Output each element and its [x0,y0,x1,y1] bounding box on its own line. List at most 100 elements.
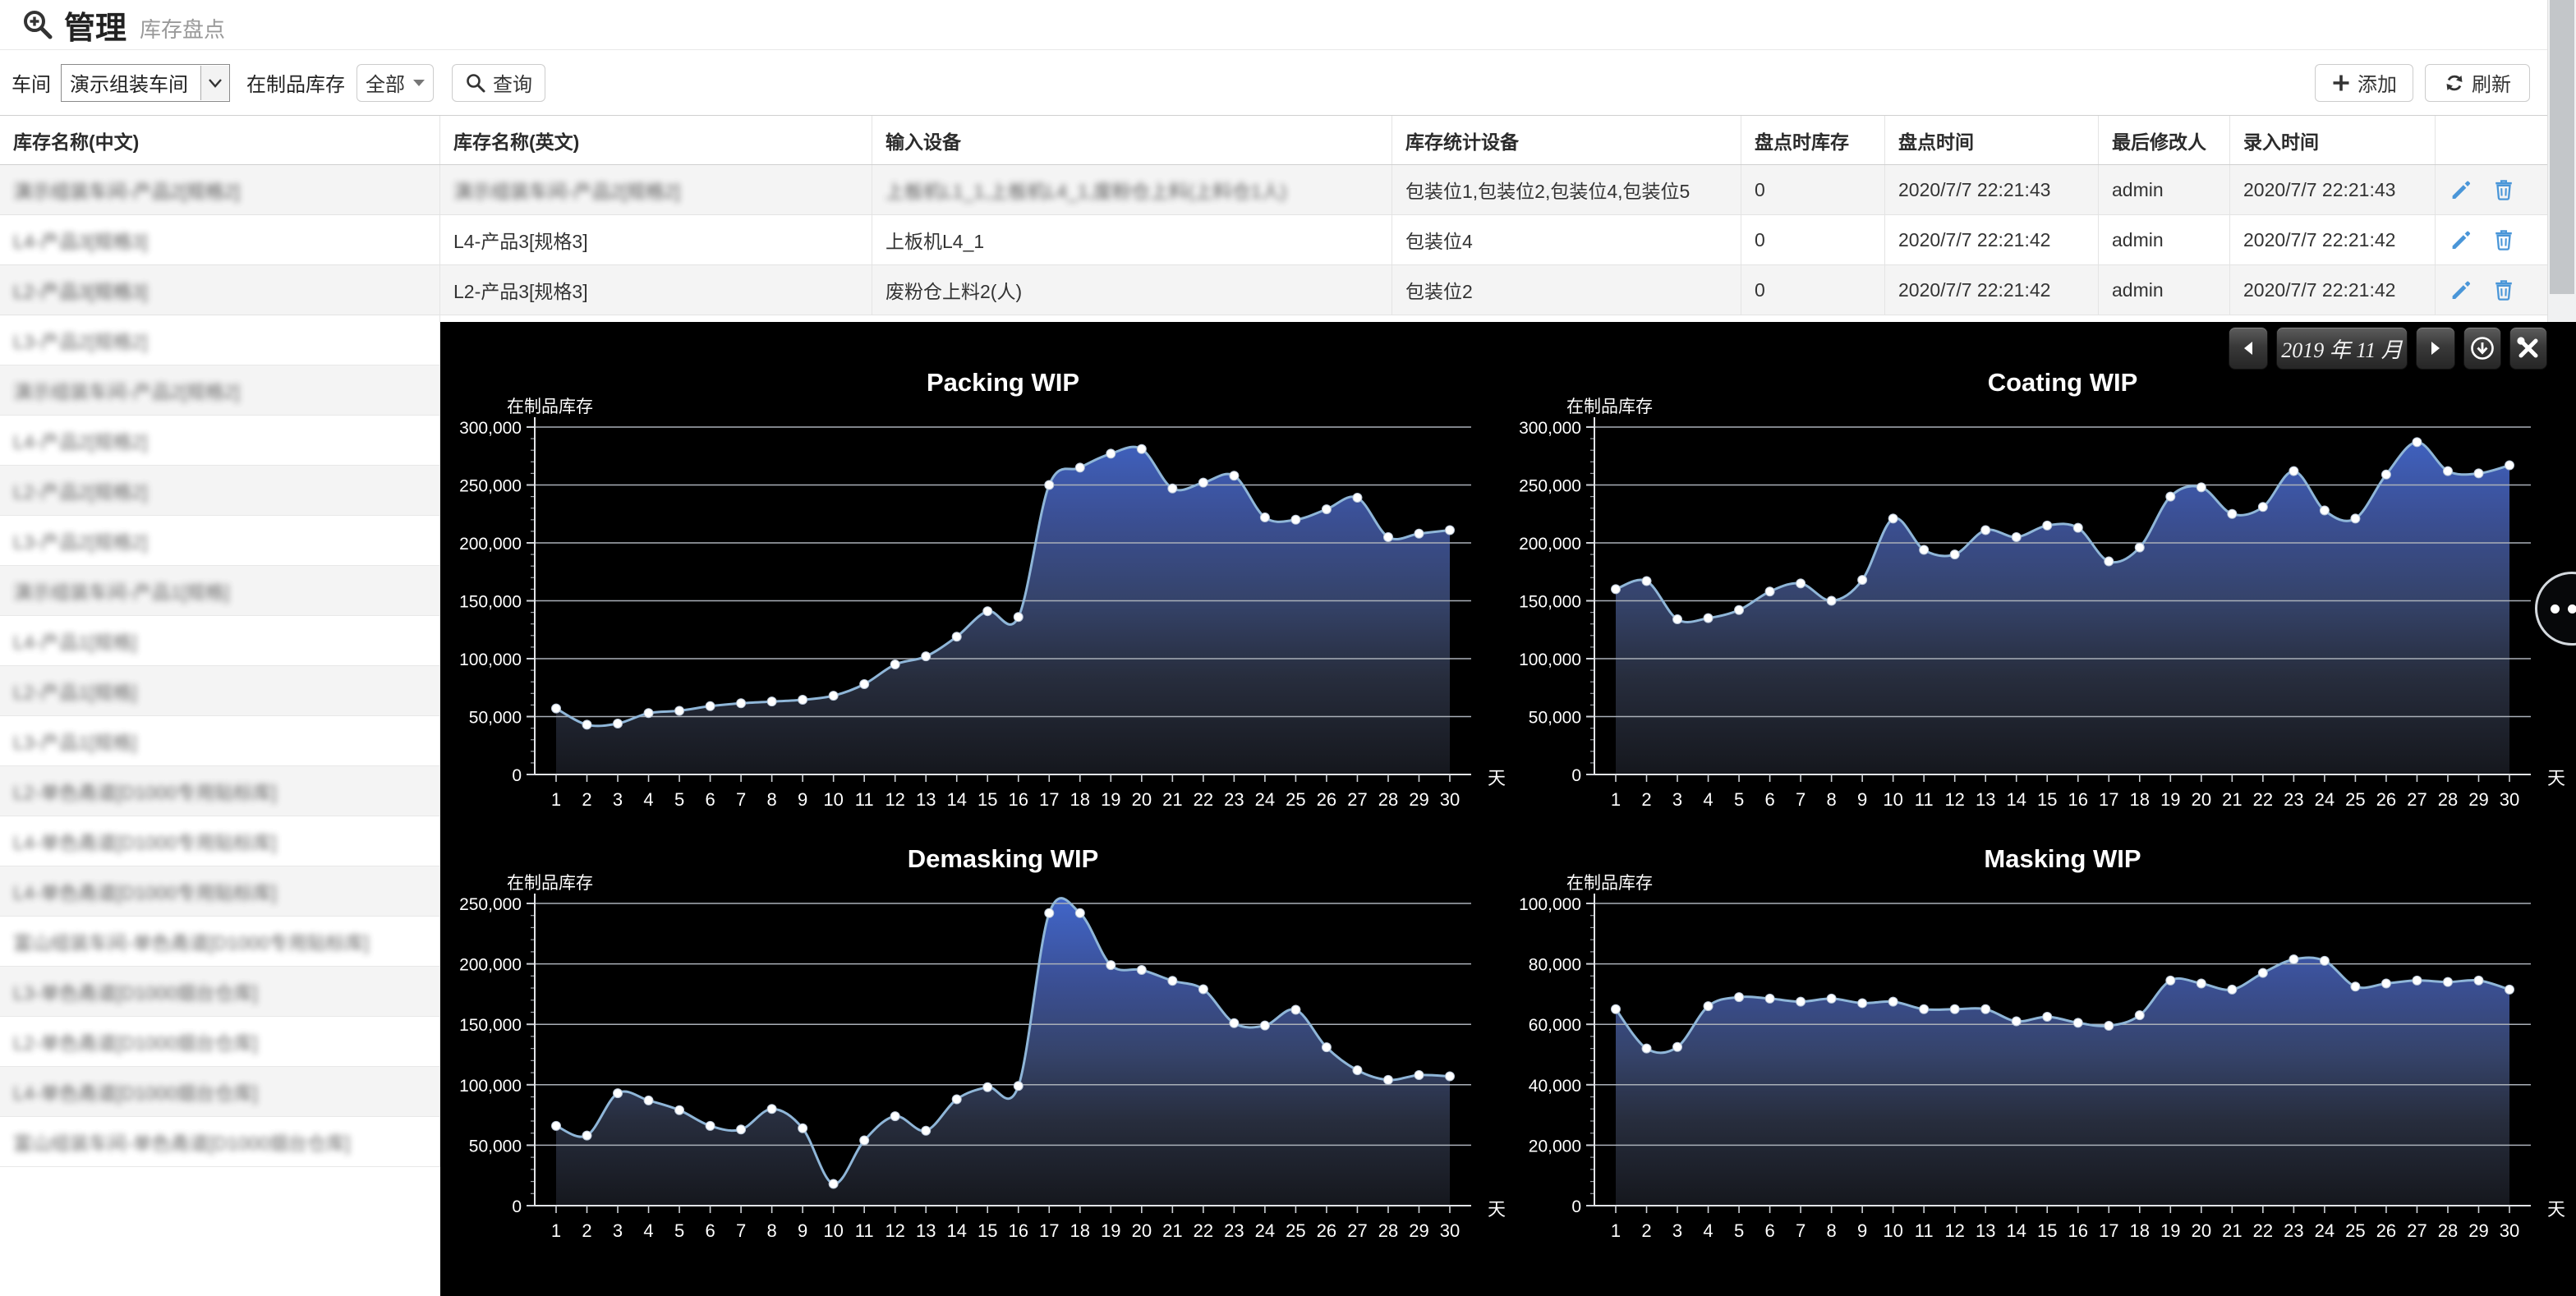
table-row: L2-单色甬道[D1000专用贴标库] [0,766,440,816]
svg-text:21: 21 [1162,789,1182,810]
svg-text:7: 7 [736,1220,746,1241]
prev-month-button[interactable] [2229,327,2268,370]
svg-text:100,000: 100,000 [459,1077,522,1096]
svg-text:在制品库存: 在制品库存 [507,398,593,416]
svg-text:12: 12 [1944,1220,1964,1241]
svg-text:18: 18 [1070,1220,1090,1241]
svg-text:100,000: 100,000 [1519,895,1581,914]
refresh-button[interactable]: 刷新 [2425,64,2530,102]
next-month-button[interactable] [2416,327,2455,370]
delete-icon[interactable] [2491,177,2516,202]
svg-text:6: 6 [1764,1220,1774,1241]
svg-text:25: 25 [1286,1220,1305,1241]
svg-text:2: 2 [1641,1220,1651,1241]
edit-icon[interactable] [2449,227,2473,252]
month-display[interactable]: 2019 年 11 月 [2276,327,2408,370]
table-cell: 0 [1741,265,1885,315]
table-cell: 上板机L1_1,上板机L4_1,废粉仓上料(上料仓1人) [872,165,1392,214]
table-row: 演示组装车间-产品2[规格2] [0,365,440,416]
svg-text:16: 16 [2068,789,2088,810]
table-header-row: 库存名称(中文)库存名称(英文)输入设备库存统计设备盘点时库存盘点时间最后修改人… [0,115,2548,165]
svg-text:300,000: 300,000 [459,419,522,438]
table-row: 富山组装车间-单色甬道[D1000烟台仓库] [0,1117,440,1167]
svg-text:Masking WIP: Masking WIP [1984,844,2141,873]
svg-text:24: 24 [2315,789,2334,810]
table-cell: 包装位1,包装位2,包装位4,包装位5 [1392,165,1741,214]
table-row: L4-产品1[规格] [0,616,440,666]
table-row: L2-产品2[规格2] [0,466,440,516]
svg-text:10: 10 [1883,789,1902,810]
svg-text:100,000: 100,000 [1519,650,1581,669]
svg-text:4: 4 [643,789,653,810]
delete-icon[interactable] [2491,278,2516,302]
settings-button[interactable] [2509,327,2547,370]
svg-text:20: 20 [2192,789,2211,810]
svg-text:在制品库存: 在制品库存 [507,874,593,893]
table-cell: 包装位4 [1392,215,1741,264]
svg-text:12: 12 [885,1220,904,1241]
table-row: L3-单色甬道[D1000烟台仓库] [0,967,440,1017]
svg-text:27: 27 [1347,789,1367,810]
wip-filter-value: 全部 [366,68,405,97]
svg-text:27: 27 [2407,1220,2426,1241]
svg-text:24: 24 [1255,789,1275,810]
chart-packing-wip: 050,000100,000150,000200,000250,000300,0… [444,345,1536,817]
table-row: L2-产品3[规格3]L2-产品3[规格3]废粉仓上料2(人)包装位202020… [0,265,2548,315]
svg-text:9: 9 [1857,789,1867,810]
column-header: 库存名称(英文) [440,116,872,164]
wip-filter-dropdown[interactable]: 全部 [356,64,434,102]
add-button[interactable]: 添加 [2315,64,2413,102]
svg-text:250,000: 250,000 [459,895,522,914]
svg-text:29: 29 [2468,789,2488,810]
svg-text:在制品库存: 在制品库存 [1566,874,1653,893]
table-row: 富山组装车间-单色甬道[D1000专用贴标库] [0,917,440,967]
table-row: L4-产品2[规格2] [0,416,440,466]
svg-text:2: 2 [582,1220,591,1241]
svg-text:50,000: 50,000 [469,709,522,728]
delete-icon[interactable] [2491,227,2516,252]
svg-text:23: 23 [1224,1220,1244,1241]
scrollbar-thumb[interactable] [2550,0,2574,294]
download-button[interactable] [2463,327,2501,370]
svg-text:13: 13 [916,789,936,810]
table-row: L3-产品2[规格2] [0,516,440,566]
column-header: 盘点时间 [1885,116,2099,164]
edit-icon[interactable] [2449,278,2473,302]
svg-text:8: 8 [766,789,776,810]
month-label: 2019 年 11 月 [2281,333,2403,364]
table-cell: 包装位2 [1392,265,1741,315]
table-row: L4-产品3[规格3]L4-产品3[规格3]上板机L4_1包装位402020/7… [0,215,2548,265]
tools-icon [2516,336,2541,361]
svg-text:18: 18 [1070,789,1090,810]
svg-text:28: 28 [2438,1220,2458,1241]
svg-text:27: 27 [1347,1220,1367,1241]
svg-text:0: 0 [512,1197,522,1216]
ellipsis-icon [2551,604,2560,614]
search-button[interactable]: 查询 [452,64,545,102]
table-row: L2-产品1[规格] [0,666,440,716]
svg-text:0: 0 [1571,766,1581,785]
table-cell: 演示组装车间-产品2[规格2] [440,165,872,214]
svg-text:15: 15 [978,1220,997,1241]
table-cell: 2020/7/7 22:21:42 [1885,215,2099,264]
workshop-select[interactable]: 演示组装车间 [61,64,230,102]
refresh-icon [2444,72,2465,94]
svg-text:14: 14 [946,1220,966,1241]
edit-icon[interactable] [2449,177,2473,202]
svg-text:26: 26 [1317,789,1336,810]
vertical-scrollbar[interactable] [2547,0,2576,322]
left-arrow-icon [2242,340,2255,356]
svg-text:12: 12 [885,789,904,810]
row-actions [2436,215,2548,264]
toolbar: 车间 演示组装车间 在制品库存 全部 查询 添加 [0,50,2576,115]
svg-text:8: 8 [1826,789,1836,810]
svg-text:16: 16 [1009,1220,1028,1241]
svg-text:天: 天 [2547,768,2565,788]
svg-text:1: 1 [551,789,561,810]
svg-text:10: 10 [823,789,843,810]
svg-text:Packing WIP: Packing WIP [927,368,1079,397]
svg-text:25: 25 [1286,789,1305,810]
svg-text:29: 29 [1409,789,1428,810]
svg-text:250,000: 250,000 [1519,477,1581,496]
table-row: 演示组装车间-产品1[规格] [0,566,440,616]
